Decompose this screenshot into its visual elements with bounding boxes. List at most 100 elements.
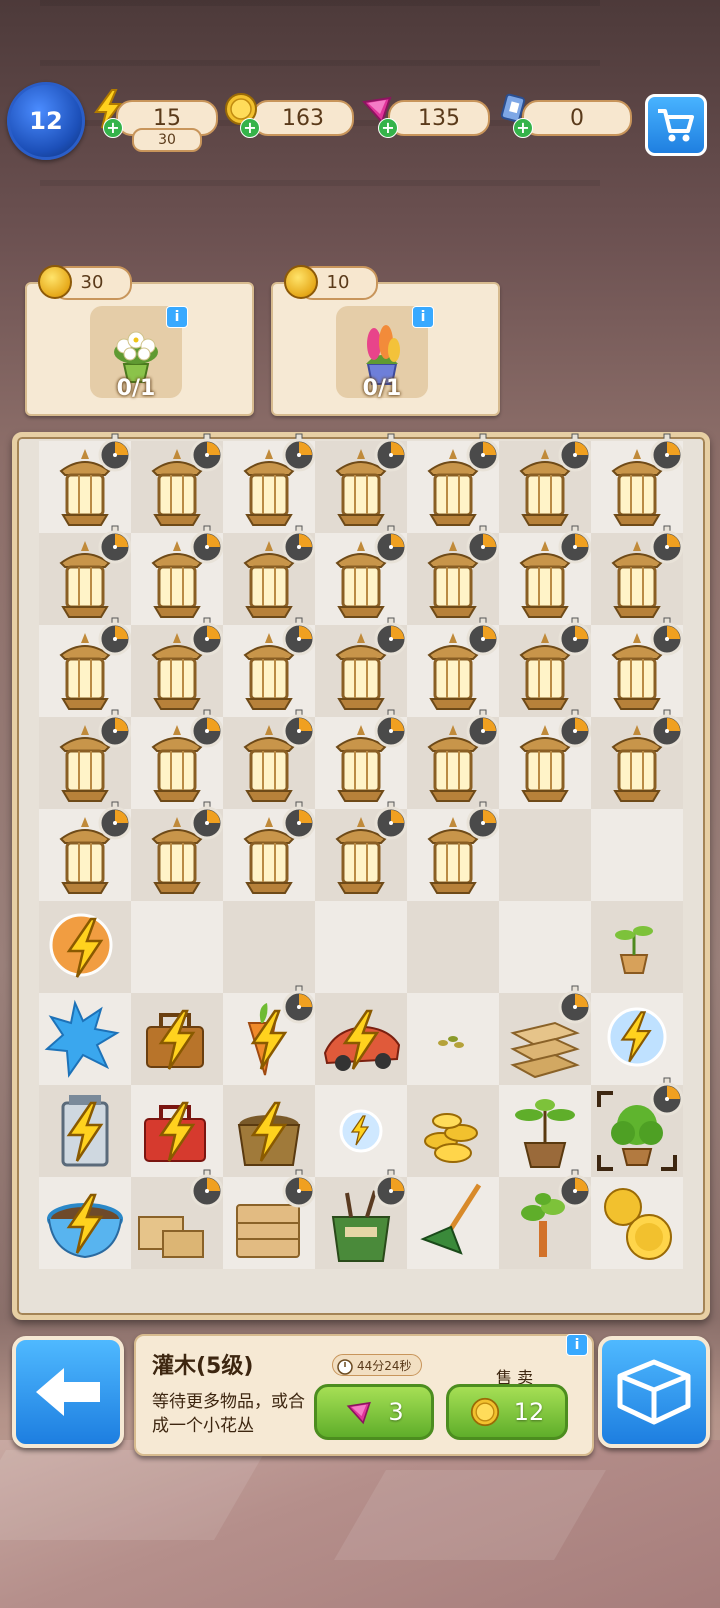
- sprout-pot-icon: [615, 926, 653, 974]
- board-cell[interactable]: [591, 617, 684, 717]
- stopwatch-icon: [374, 433, 408, 472]
- board-cell[interactable]: [315, 709, 408, 809]
- board-cell[interactable]: [223, 1169, 316, 1269]
- stopwatch-icon: [466, 525, 500, 564]
- board-cell[interactable]: [315, 993, 407, 1085]
- cooldown-value: 44分24秒: [357, 1359, 412, 1373]
- board-cell[interactable]: [407, 1177, 499, 1269]
- board-cell[interactable]: [499, 1085, 591, 1177]
- speed-up-button[interactable]: 3: [314, 1384, 434, 1440]
- board-cell[interactable]: [407, 801, 500, 901]
- order-progress: 0/1: [116, 376, 156, 401]
- board-cell[interactable]: [407, 617, 500, 717]
- shop-button[interactable]: [645, 94, 707, 156]
- plus-label: +: [243, 118, 257, 137]
- board-cell[interactable]: [131, 801, 224, 901]
- board-cell[interactable]: [315, 525, 408, 625]
- gems-counter[interactable]: 135: [388, 100, 490, 136]
- coins-counter[interactable]: 163: [252, 100, 354, 136]
- board-cell[interactable]: [315, 901, 407, 993]
- board-cell[interactable]: [131, 1085, 223, 1177]
- order-info-button[interactable]: i: [166, 306, 188, 328]
- board-cell[interactable]: [131, 1169, 224, 1269]
- stopwatch-icon: [374, 617, 408, 656]
- back-arrow-icon: [36, 1368, 100, 1416]
- board-cell[interactable]: [39, 709, 132, 809]
- board-cell[interactable]: [407, 709, 500, 809]
- board-cell[interactable]: [131, 993, 223, 1085]
- board-cell[interactable]: [315, 433, 408, 533]
- board-cell[interactable]: [499, 985, 592, 1085]
- board-cell[interactable]: [499, 525, 592, 625]
- cards-value: 0: [570, 105, 584, 131]
- board-cell[interactable]: [591, 901, 683, 993]
- board-cell[interactable]: [39, 1085, 131, 1177]
- board-cell[interactable]: [131, 709, 224, 809]
- board-cell[interactable]: [591, 809, 683, 901]
- board-cell[interactable]: [499, 709, 592, 809]
- board-cell[interactable]: [407, 525, 500, 625]
- board-cell[interactable]: [223, 1085, 315, 1177]
- board-cell[interactable]: [223, 901, 315, 993]
- stopwatch-icon: [650, 1077, 684, 1116]
- inventory-button[interactable]: [598, 1336, 710, 1448]
- board-cell[interactable]: [131, 525, 224, 625]
- sell-button[interactable]: 12: [446, 1384, 568, 1440]
- board-cell[interactable]: [39, 993, 131, 1085]
- board-cell[interactable]: [223, 801, 316, 901]
- energy-bubble-blue-icon: [607, 1007, 667, 1067]
- gold-coins-icon: [604, 1188, 672, 1260]
- item-info-button[interactable]: i: [566, 1334, 588, 1356]
- board-cell[interactable]: [499, 617, 592, 717]
- gems-value: 135: [418, 105, 460, 131]
- board-cell[interactable]: [315, 1085, 407, 1177]
- board-cell[interactable]: [39, 617, 132, 717]
- board-cell[interactable]: [315, 1169, 408, 1269]
- board-cell[interactable]: [131, 901, 223, 993]
- cards-counter[interactable]: 0: [522, 100, 632, 136]
- add-gems-button[interactable]: +: [378, 118, 398, 138]
- board-cell[interactable]: [499, 809, 591, 901]
- board-cell[interactable]: [499, 901, 591, 993]
- board-cell[interactable]: [223, 709, 316, 809]
- lantern-glass-energy-icon: [61, 1095, 109, 1167]
- energy-max-value: 30: [158, 132, 176, 148]
- board-cell[interactable]: [315, 617, 408, 717]
- board-cell[interactable]: [39, 525, 132, 625]
- board-cell[interactable]: [407, 993, 499, 1085]
- board-cell[interactable]: [591, 709, 684, 809]
- board-cell[interactable]: [499, 1169, 592, 1269]
- board-cell[interactable]: [407, 901, 499, 993]
- board-cell[interactable]: [499, 433, 592, 533]
- order-info-button[interactable]: i: [412, 306, 434, 328]
- board-cell[interactable]: [223, 985, 316, 1085]
- board-cell[interactable]: [315, 801, 408, 901]
- order-progress: 0/1: [362, 376, 402, 401]
- board-cell[interactable]: [591, 433, 684, 533]
- cart-icon: [658, 109, 694, 142]
- board-cell[interactable]: [591, 993, 683, 1085]
- board-cell[interactable]: [223, 617, 316, 717]
- item-name: 灌木(5级): [152, 1354, 254, 1379]
- board-cell[interactable]: [591, 1077, 684, 1177]
- board-cell[interactable]: [39, 901, 131, 993]
- potted-plant-icon: [515, 1099, 575, 1168]
- board-cell[interactable]: [131, 617, 224, 717]
- energy-bubble-orange-icon: [49, 913, 113, 978]
- add-energy-button[interactable]: +: [103, 118, 123, 138]
- level-badge[interactable]: 12: [7, 82, 85, 160]
- board-cell[interactable]: [591, 1177, 683, 1269]
- add-coins-button[interactable]: +: [240, 118, 260, 138]
- add-cards-button[interactable]: +: [513, 118, 533, 138]
- board-cell[interactable]: [407, 1085, 499, 1177]
- board-cell[interactable]: [407, 433, 500, 533]
- back-button[interactable]: [12, 1336, 124, 1448]
- board-cell[interactable]: [39, 801, 132, 901]
- board-cell[interactable]: [223, 433, 316, 533]
- board-cell[interactable]: [223, 525, 316, 625]
- board-cell[interactable]: [591, 525, 684, 625]
- board-cell[interactable]: [39, 433, 132, 533]
- board-cell[interactable]: [39, 1177, 131, 1269]
- stopwatch-icon: [337, 1359, 353, 1375]
- board-cell[interactable]: [131, 433, 224, 533]
